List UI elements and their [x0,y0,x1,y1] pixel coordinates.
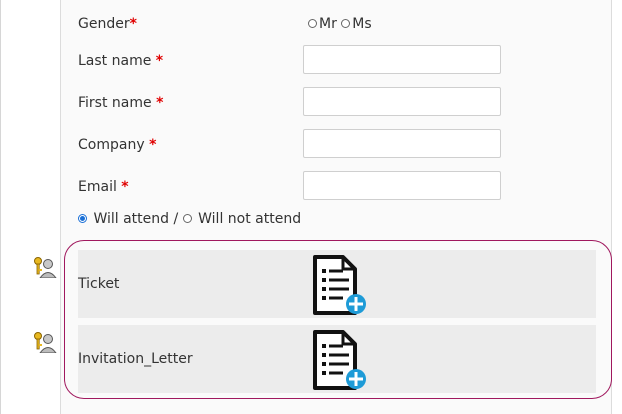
required-marker: * [156,95,164,111]
document-add-icon[interactable] [313,330,367,390]
required-marker: * [121,179,129,195]
first-name-input[interactable] [303,87,501,116]
document-label: Ticket [78,276,120,292]
company-input[interactable] [303,129,501,158]
user-key-icon [34,257,57,278]
last-name-input[interactable] [303,45,501,74]
attendance-options: Will attend / Will not attend [78,211,301,227]
last-name-label: Last name * [78,53,164,69]
will-not-attend-radio[interactable]: Will not attend [182,211,301,227]
first-name-label: First name * [78,95,164,111]
will-attend-radio[interactable]: Will attend [78,211,169,227]
left-border [0,0,1,414]
document-add-icon[interactable] [313,255,367,315]
gender-options: Mr Ms [308,16,372,32]
document-label: Invitation_Letter [78,351,193,367]
radio-icon[interactable] [182,213,192,223]
required-marker: * [129,16,137,32]
gender-radio-ms[interactable]: Ms [341,16,372,32]
gender-label: Gender* [78,16,137,32]
radio-icon[interactable] [341,18,351,28]
gender-radio-mr[interactable]: Mr [308,16,337,32]
required-marker: * [155,53,164,69]
document-row-invitation-letter: Invitation_Letter [78,325,596,393]
document-row-ticket: Ticket [78,250,596,318]
email-label: Email * [78,179,129,195]
radio-checked-icon[interactable] [78,213,87,223]
email-input[interactable] [303,171,501,200]
attendance-separator: / [173,211,179,227]
radio-icon[interactable] [308,18,317,28]
user-key-icon [34,332,57,353]
required-marker: * [149,137,157,153]
company-label: Company * [78,137,157,153]
